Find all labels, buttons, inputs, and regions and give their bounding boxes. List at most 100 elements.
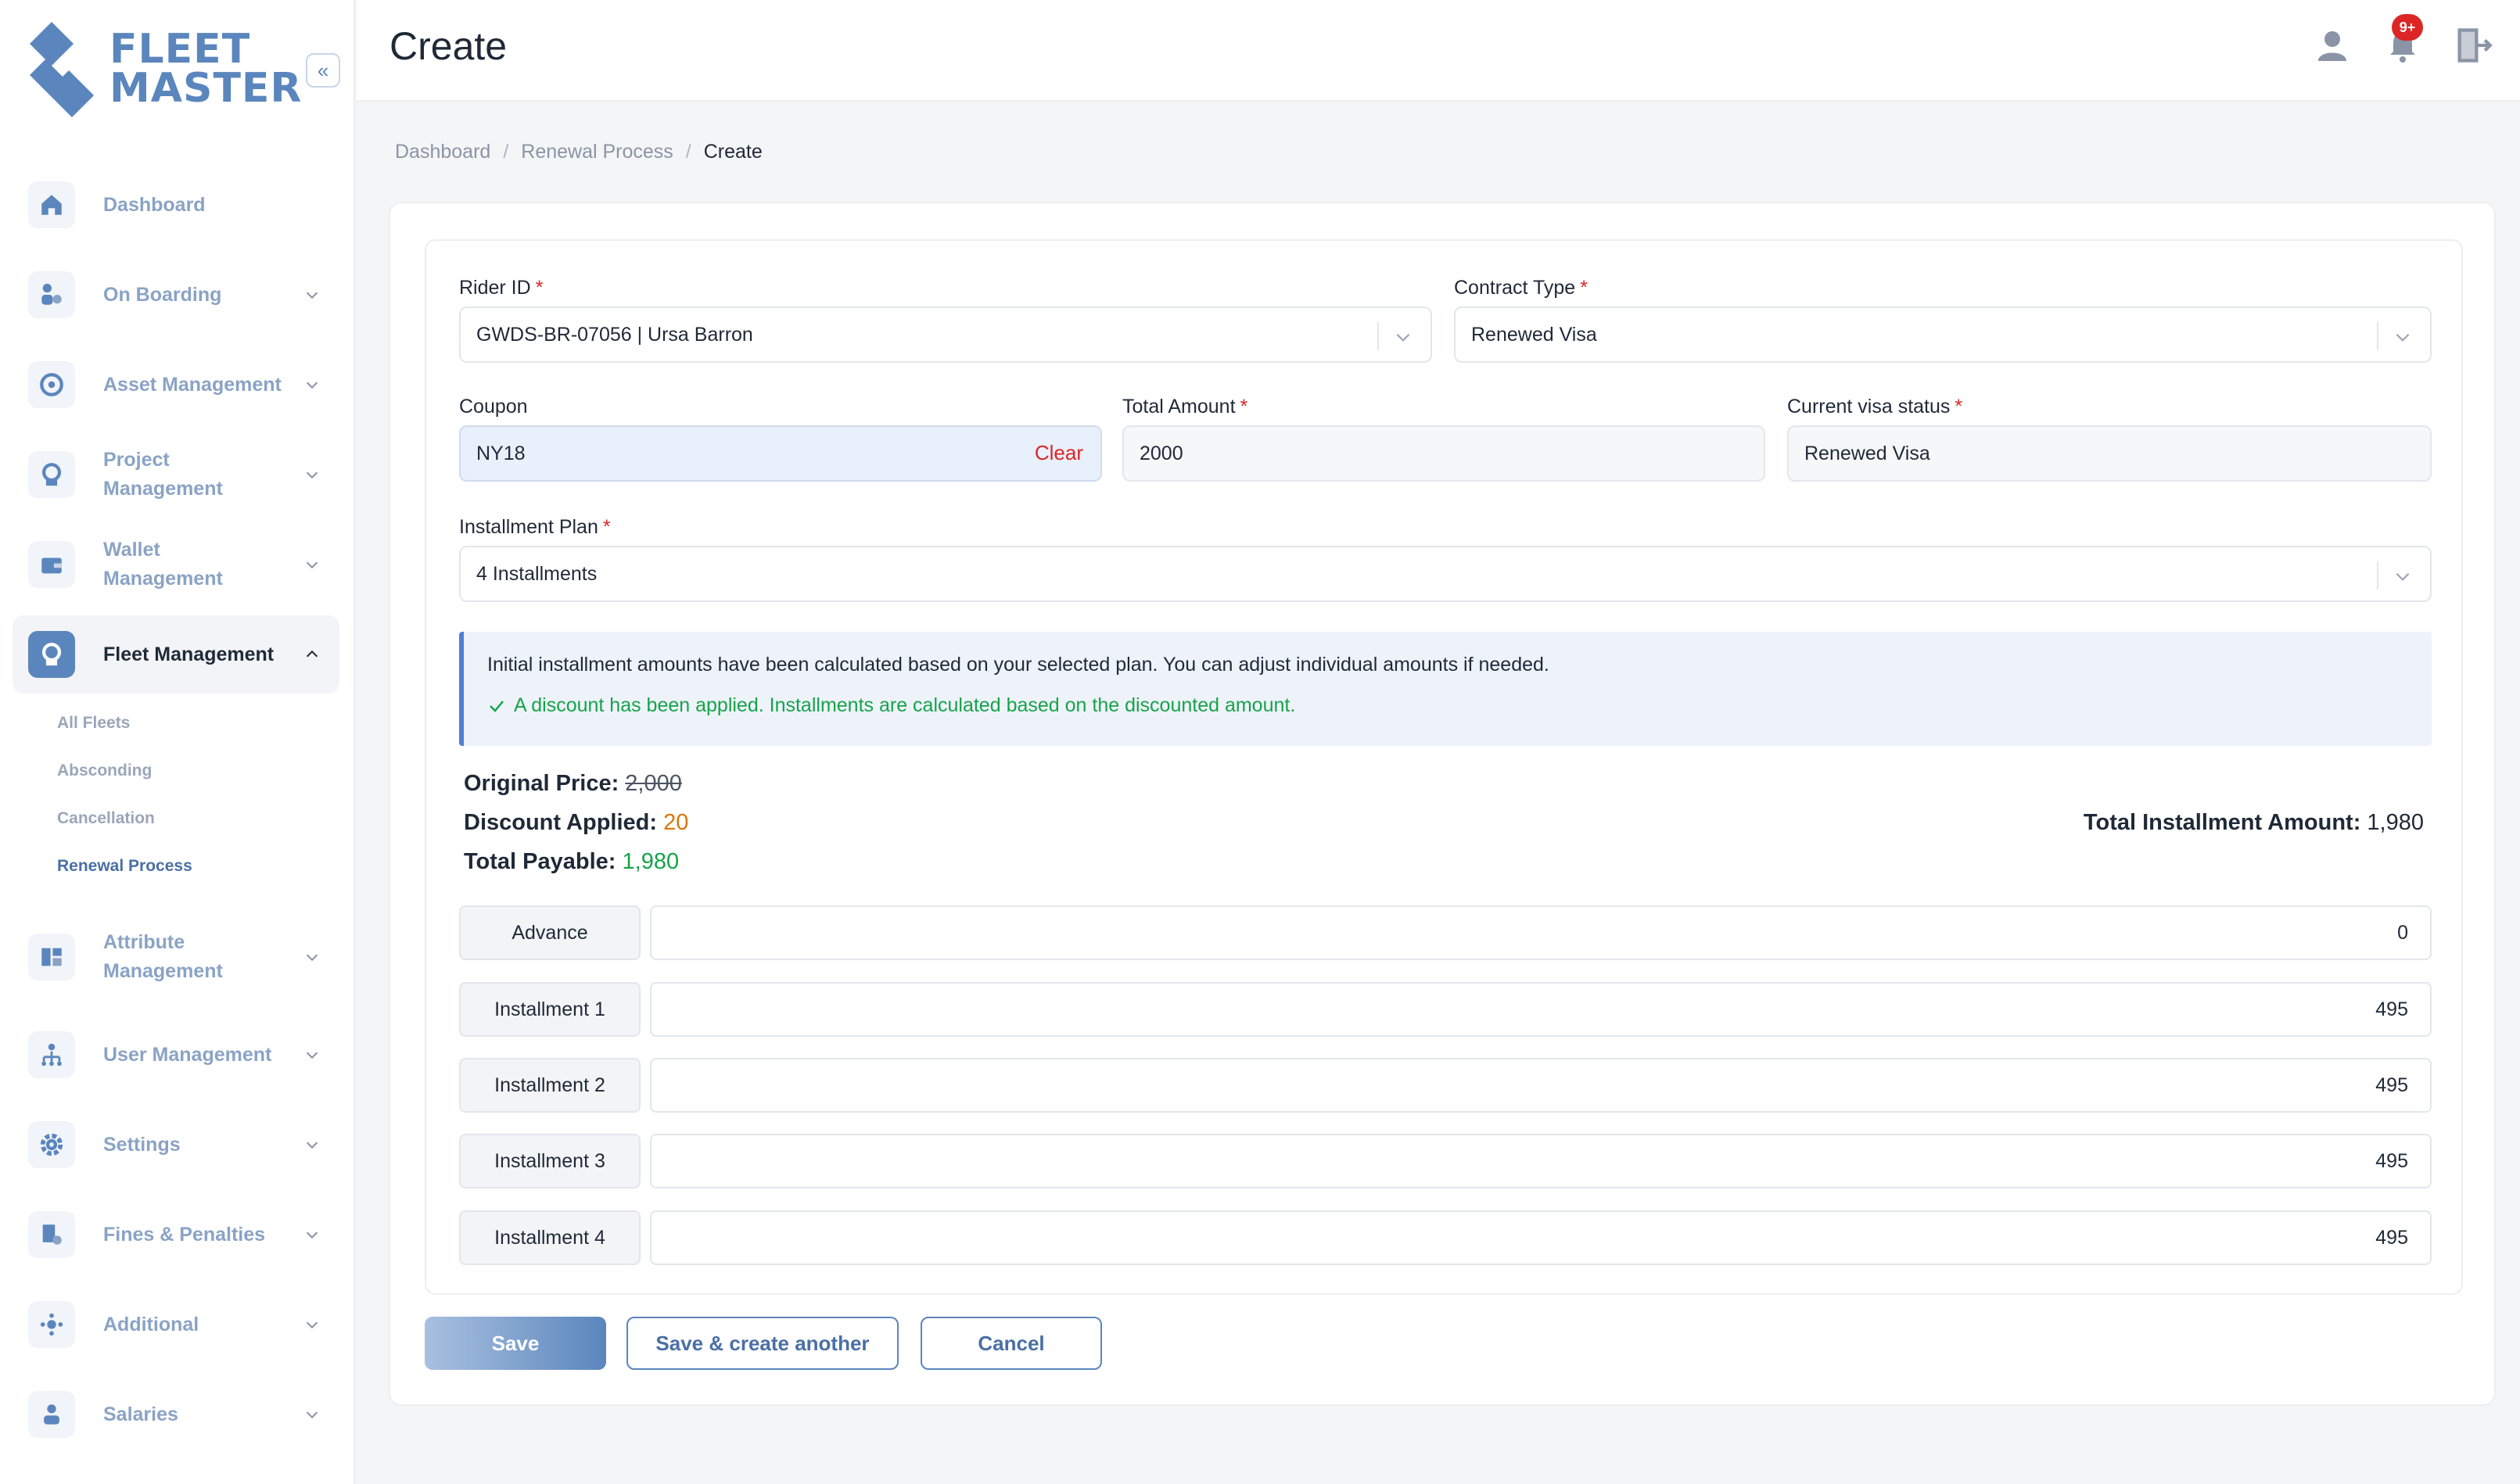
chevron-down-icon — [306, 1142, 318, 1149]
collapse-sidebar-button[interactable]: « — [306, 53, 340, 88]
visa-status-input[interactable]: Renewed Visa — [1787, 425, 2432, 482]
project-icon — [28, 451, 75, 498]
installment-amount-input[interactable]: 495 — [650, 1210, 2432, 1265]
total-installment-value: 1,980 — [2367, 810, 2424, 835]
installment-label: Installment 1 — [459, 982, 641, 1037]
installment-amount-input[interactable]: 495 — [650, 982, 2432, 1037]
breadcrumb-item-dashboard[interactable]: Dashboard — [395, 141, 490, 163]
original-price-value: 2,000 — [625, 771, 682, 796]
fleet-icon — [28, 631, 75, 678]
coupon-clear-button[interactable]: Clear — [1035, 441, 1083, 465]
contract-type-select[interactable]: Renewed Visa — [1454, 306, 2432, 363]
discount-value: 20 — [663, 810, 689, 835]
installment-label: Installment 2 — [459, 1058, 641, 1113]
visa-status-label: Current visa status * — [1787, 396, 1963, 418]
save-button[interactable]: Save — [425, 1317, 606, 1370]
total-amount-label: Total Amount * — [1122, 396, 1248, 418]
gear-icon — [28, 1121, 75, 1168]
chevron-down-icon — [306, 1321, 318, 1329]
sidebar-item-label: Salaries — [103, 1403, 178, 1425]
sidebar-item-additional[interactable]: Additional — [13, 1285, 339, 1364]
coupon-value: NY18 — [476, 442, 526, 464]
sidebar-subitem-renewal-process[interactable]: Renewal Process — [13, 842, 339, 890]
save-create-another-button[interactable]: Save & create another — [626, 1317, 899, 1370]
cancel-button[interactable]: Cancel — [921, 1317, 1102, 1370]
logout-icon[interactable] — [2453, 25, 2493, 66]
visa-status-value: Renewed Visa — [1804, 442, 1930, 464]
chevron-down-icon — [306, 471, 318, 479]
info-message: Initial installment amounts have been ca… — [487, 654, 1549, 676]
chevron-down-icon — [1396, 333, 1410, 342]
sidebar-item-dashboard[interactable]: Dashboard — [13, 166, 339, 244]
sidebar-item-fines-penalties[interactable]: Fines & Penalties — [13, 1195, 339, 1274]
installment-amount-input[interactable]: 495 — [650, 1134, 2432, 1188]
home-icon — [28, 181, 75, 228]
installment-row-2: Installment 2 495 — [459, 1058, 2432, 1113]
chevron-down-icon — [306, 1411, 318, 1419]
chevron-down-icon — [306, 382, 318, 389]
sidebar-subitem-absconding[interactable]: Absconding — [13, 747, 339, 794]
user-icon[interactable] — [2314, 27, 2351, 64]
coupon-input[interactable]: NY18 Clear — [459, 425, 1102, 482]
sidebar-item-attribute-management[interactable]: Attribute Management — [13, 910, 339, 1004]
breadcrumb-separator: / — [685, 141, 691, 163]
notification-badge: 9+ — [2392, 14, 2423, 41]
contract-type-label: Contract Type * — [1454, 277, 1588, 299]
installment-row-4: Installment 4 495 — [459, 1210, 2432, 1265]
sidebar: FLEET MASTER « Dashboard On Boarding Ass… — [0, 0, 355, 1484]
attribute-icon — [28, 934, 75, 980]
sidebar-item-fleet-management[interactable]: Fleet Management — [13, 615, 339, 694]
form-section: Rider ID * GWDS-BR-07056 | Ursa Barron Co… — [425, 239, 2463, 1295]
original-price-summary: Original Price: 2,000 — [464, 771, 682, 796]
total-payable-value: 1,980 — [622, 849, 680, 874]
chevron-up-icon — [306, 650, 318, 658]
discount-message: A discount has been applied. Installment… — [487, 694, 1295, 717]
sidebar-item-label: Dashboard — [103, 193, 206, 216]
breadcrumb-item-renewal-process[interactable]: Renewal Process — [521, 141, 673, 163]
logo-mark-icon — [30, 22, 94, 117]
installment-info-alert: Initial installment amounts have been ca… — [459, 632, 2432, 746]
installment-amount-input[interactable]: 495 — [650, 1058, 2432, 1113]
sidebar-item-label: Attribute Management — [103, 931, 223, 982]
sidebar-item-label: Project Management — [103, 449, 223, 500]
total-amount-input[interactable]: 2000 — [1122, 425, 1765, 482]
rider-id-value: GWDS-BR-07056 | Ursa Barron — [476, 323, 753, 346]
sidebar-item-user-management[interactable]: User Management — [13, 1016, 339, 1094]
sidebar-subitem-all-fleets[interactable]: All Fleets — [13, 699, 339, 747]
double-chevron-left-icon: « — [317, 59, 329, 82]
sidebar-item-label: Settings — [103, 1133, 181, 1156]
installment-plan-label: Installment Plan * — [459, 516, 611, 538]
sidebar-item-asset-management[interactable]: Asset Management — [13, 346, 339, 424]
chevron-down-icon — [306, 561, 318, 569]
installment-amount-input[interactable]: 0 — [650, 905, 2432, 960]
onboarding-icon — [28, 271, 75, 318]
page-title: Create — [389, 24, 508, 68]
sidebar-item-wallet-management[interactable]: Wallet Management — [13, 525, 339, 604]
sidebar-item-onboarding[interactable]: On Boarding — [13, 256, 339, 334]
chevron-down-icon — [306, 1052, 318, 1059]
installment-plan-select[interactable]: 4 Installments — [459, 546, 2432, 602]
sidebar-item-salaries[interactable]: Salaries — [13, 1375, 339, 1454]
chevron-down-icon — [306, 1231, 318, 1239]
salaries-icon — [28, 1391, 75, 1438]
fleet-submenu: All Fleets Absconding Cancellation Renew… — [13, 699, 339, 890]
logo[interactable]: FLEET MASTER — [28, 22, 301, 119]
users-icon — [28, 1031, 75, 1078]
chevron-down-icon — [2396, 572, 2410, 581]
sidebar-item-project-management[interactable]: Project Management — [13, 436, 339, 514]
logo-line-1: FLEET — [109, 26, 251, 73]
check-icon — [490, 700, 504, 712]
discount-summary: Discount Applied: 20 — [464, 810, 689, 835]
sidebar-item-label: User Management — [103, 1043, 272, 1066]
breadcrumb-item-current: Create — [703, 141, 763, 163]
sidebar-subitem-cancellation[interactable]: Cancellation — [13, 794, 339, 842]
installment-row-advance: Advance 0 — [459, 905, 2432, 960]
sidebar-item-label: On Boarding — [103, 283, 222, 306]
installment-label: Advance — [459, 905, 641, 960]
additional-icon — [28, 1301, 75, 1348]
sidebar-item-label: Wallet Management — [103, 539, 223, 590]
chevron-down-icon — [306, 954, 318, 962]
breadcrumb-separator: / — [503, 141, 509, 163]
sidebar-item-settings[interactable]: Settings — [13, 1106, 339, 1184]
rider-id-select[interactable]: GWDS-BR-07056 | Ursa Barron — [459, 306, 1432, 363]
